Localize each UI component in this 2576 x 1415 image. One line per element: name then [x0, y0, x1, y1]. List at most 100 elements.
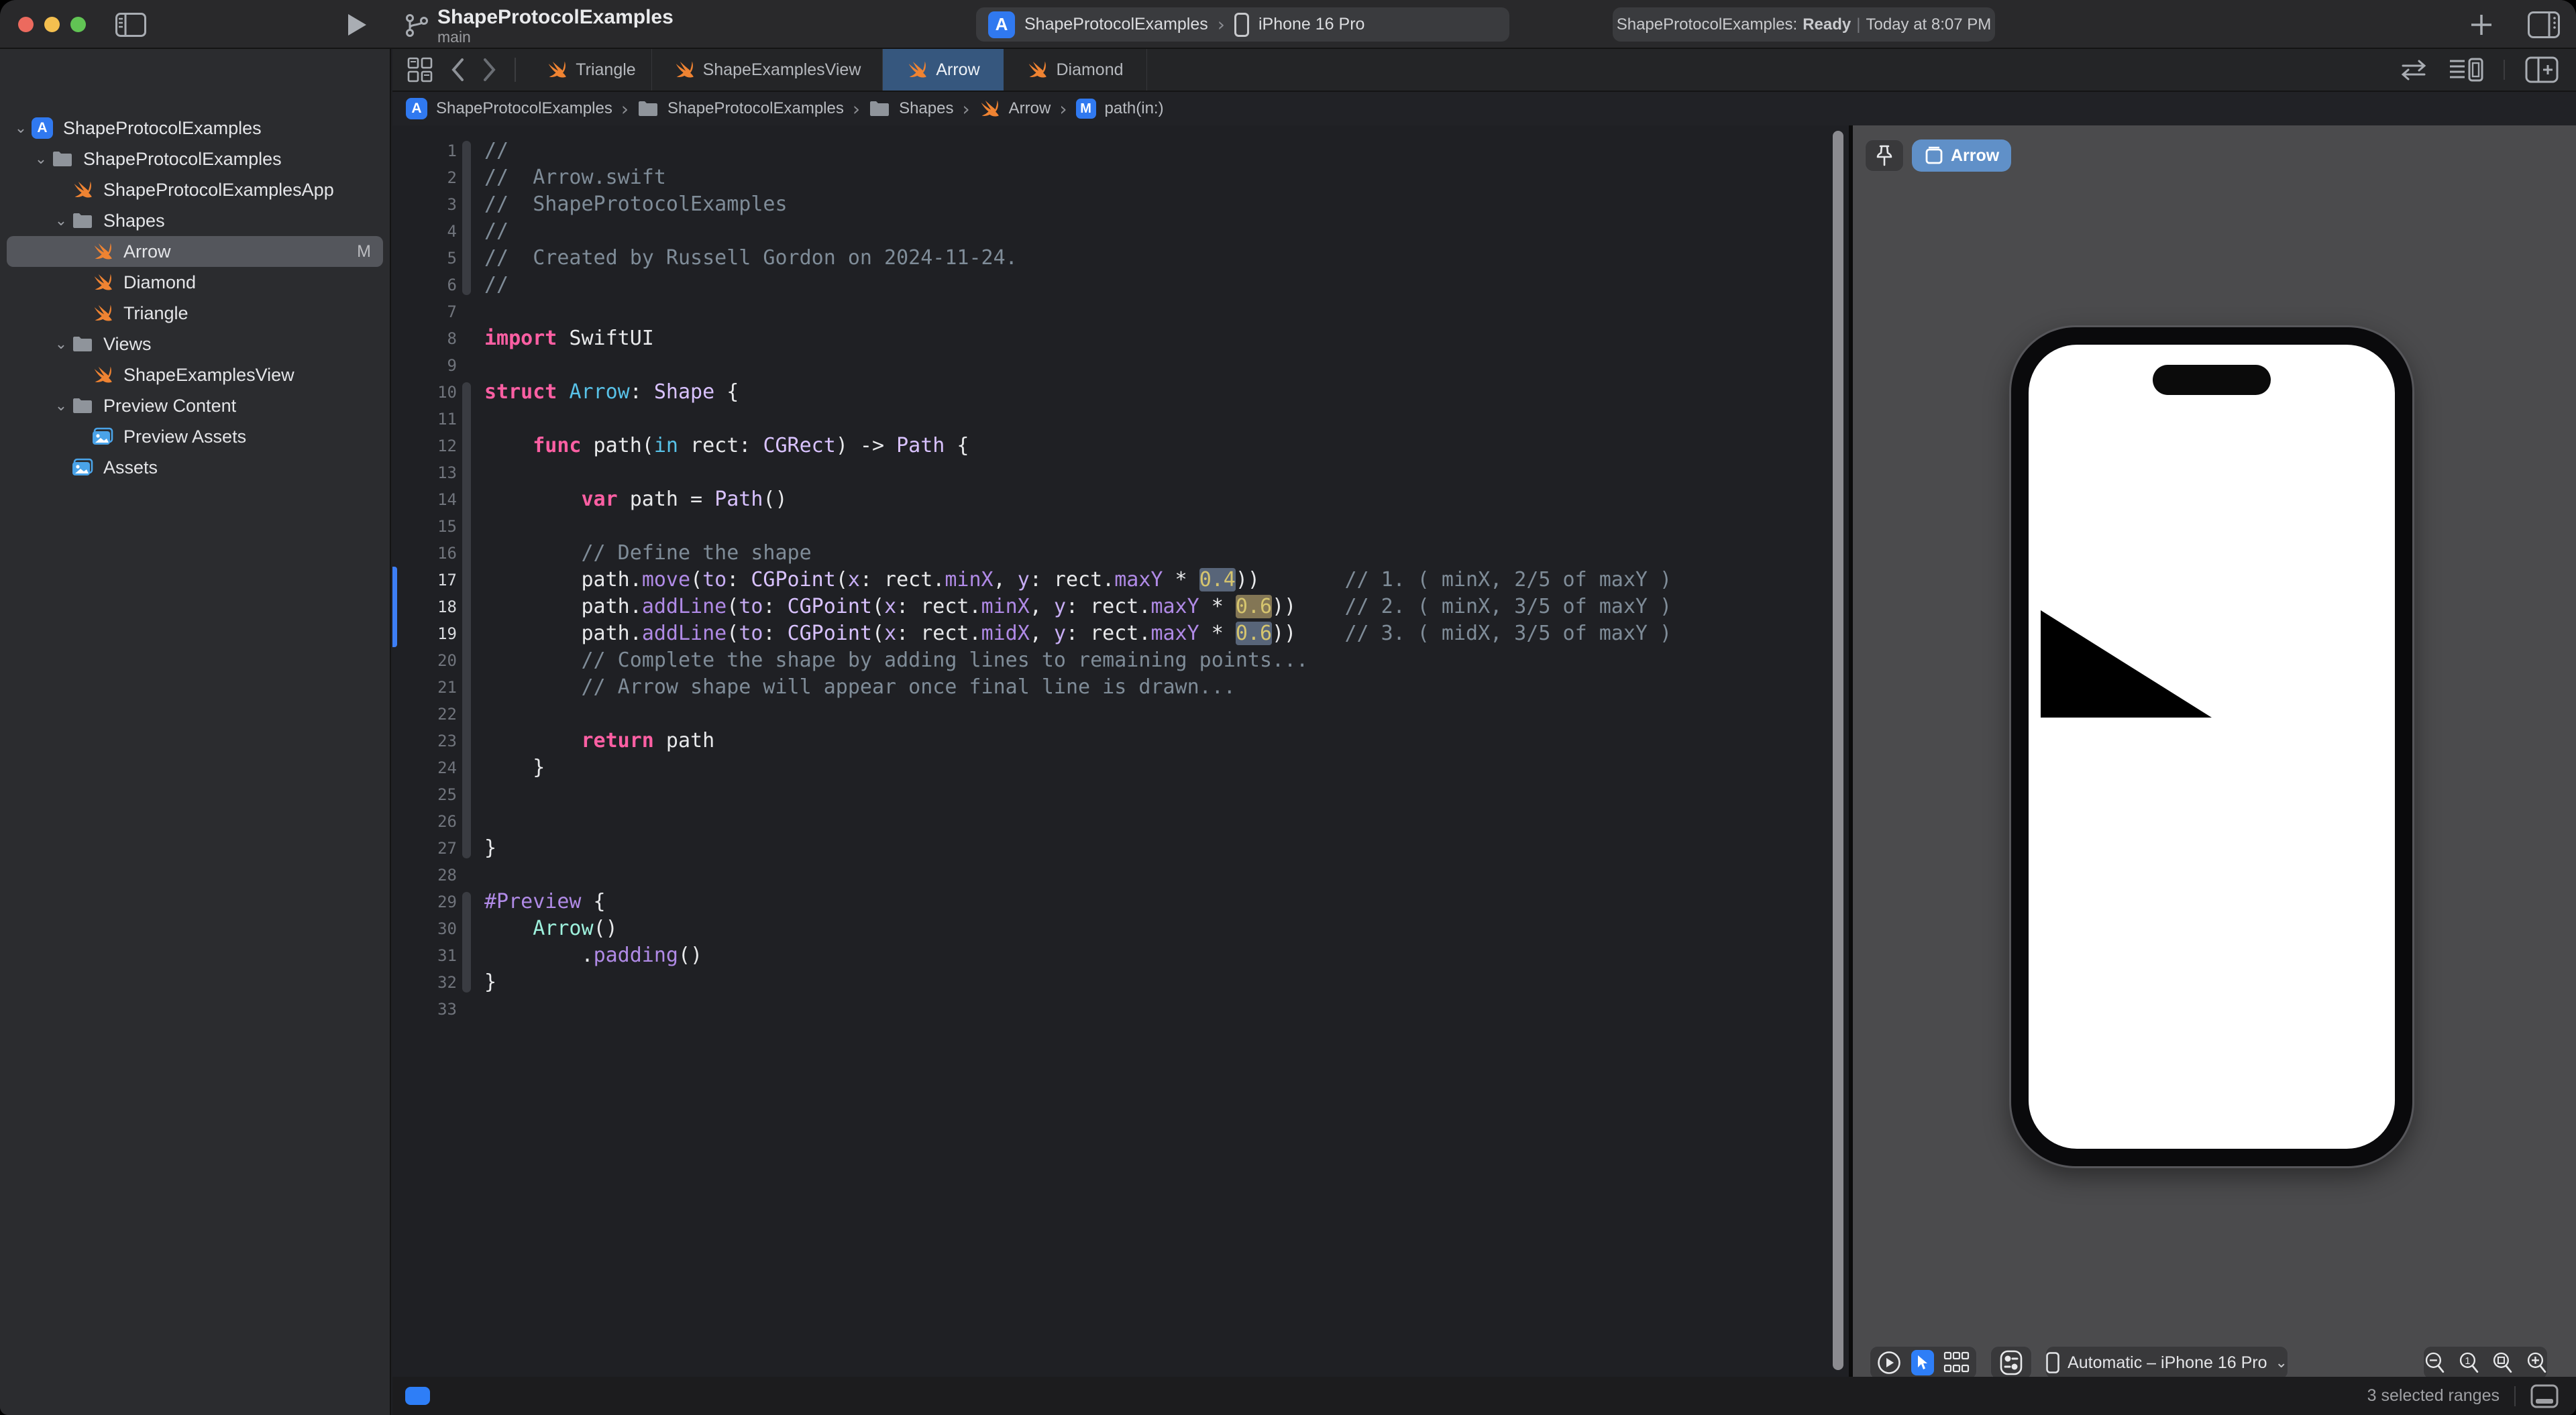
- code-line[interactable]: // Define the shape: [484, 540, 1672, 567]
- tree-row-ShapeExamplesView[interactable]: ShapeExamplesView: [0, 359, 391, 390]
- zoom-window-button[interactable]: [70, 17, 86, 32]
- tree-row-Views[interactable]: ⌄ Views: [0, 329, 391, 359]
- line-number[interactable]: 9: [392, 352, 457, 379]
- tab-Triangle[interactable]: Triangle: [531, 49, 652, 91]
- line-number-gutter[interactable]: 1 2 3 4 5 6 7 8 9 10 11 12 13 14 15 16 17 18 19 20 21 22 23 24 2…: [392, 137, 457, 1023]
- code-line[interactable]: path.move(to: CGPoint(x: rect.minX, y: r…: [484, 567, 1672, 593]
- disclosure-chevron-icon[interactable]: ⌄: [51, 397, 71, 414]
- go-back-icon[interactable]: [450, 58, 465, 82]
- add-editor-icon[interactable]: [2525, 56, 2559, 83]
- fold-ribbon-segment[interactable]: [462, 141, 471, 295]
- breadcrumb-item[interactable]: ShapeProtocolExamples: [436, 99, 612, 118]
- zoom-100-icon[interactable]: 1: [2458, 1350, 2480, 1375]
- tree-row-Arrow[interactable]: Arrow M: [0, 236, 391, 267]
- line-number[interactable]: 8: [392, 325, 457, 352]
- code-line[interactable]: [484, 808, 1672, 835]
- breadcrumb-item[interactable]: Arrow: [1009, 99, 1051, 118]
- line-number[interactable]: 15: [392, 513, 457, 540]
- tree-row-Preview Assets[interactable]: Preview Assets: [0, 421, 391, 452]
- tree-row-Shapes[interactable]: ⌄ Shapes: [0, 205, 391, 236]
- line-number[interactable]: 1: [392, 137, 457, 164]
- line-number[interactable]: 2: [392, 164, 457, 191]
- code-line[interactable]: var path = Path(): [484, 486, 1672, 513]
- code-line[interactable]: }: [484, 754, 1672, 781]
- code-line[interactable]: .padding(): [484, 942, 1672, 969]
- tree-row-ShapeProtocolExamplesApp[interactable]: ShapeProtocolExamplesApp: [0, 174, 391, 205]
- zoom-in-icon[interactable]: [2526, 1350, 2548, 1375]
- related-items-icon[interactable]: [407, 57, 433, 82]
- disclosure-chevron-icon[interactable]: ⌄: [51, 335, 71, 353]
- code-line[interactable]: return path: [484, 728, 1672, 754]
- code-line[interactable]: func path(in rect: CGRect) -> Path {: [484, 433, 1672, 459]
- code-line[interactable]: // Arrow.swift: [484, 164, 1672, 191]
- breadcrumb-item[interactable]: Shapes: [899, 99, 953, 118]
- fold-ribbon-segment[interactable]: [462, 892, 471, 993]
- line-number[interactable]: 11: [392, 406, 457, 433]
- toggle-debug-area-icon[interactable]: [2530, 1384, 2559, 1408]
- preview-device-dropdown[interactable]: Automatic – iPhone 16 Pro ⌄: [2045, 1346, 2288, 1379]
- line-number[interactable]: 19: [392, 620, 457, 647]
- zoom-fit-icon[interactable]: [2491, 1350, 2514, 1375]
- code-line[interactable]: path.addLine(to: CGPoint(x: rect.midX, y…: [484, 620, 1672, 647]
- line-number[interactable]: 14: [392, 486, 457, 513]
- line-number[interactable]: 32: [392, 969, 457, 996]
- code-line[interactable]: #Preview {: [484, 889, 1672, 915]
- line-number[interactable]: 33: [392, 996, 457, 1023]
- line-number[interactable]: 24: [392, 754, 457, 781]
- tree-row-Diamond[interactable]: Diamond: [0, 267, 391, 298]
- run-button[interactable]: [346, 13, 368, 37]
- line-number[interactable]: 10: [392, 379, 457, 406]
- disclosure-chevron-icon[interactable]: ⌄: [31, 150, 51, 168]
- line-number[interactable]: 13: [392, 459, 457, 486]
- tab-Diamond[interactable]: Diamond: [1004, 49, 1147, 91]
- line-number[interactable]: 5: [392, 245, 457, 272]
- minimize-window-button[interactable]: [44, 17, 60, 32]
- breadcrumb-item[interactable]: ShapeProtocolExamples: [667, 99, 844, 118]
- code-line[interactable]: struct Arrow: Shape {: [484, 379, 1672, 406]
- code-line[interactable]: // ShapeProtocolExamples: [484, 191, 1672, 218]
- line-number[interactable]: 23: [392, 728, 457, 754]
- toggle-inspector-icon[interactable]: [2528, 11, 2560, 38]
- line-number[interactable]: 12: [392, 433, 457, 459]
- fold-ribbon-segment[interactable]: [462, 382, 471, 858]
- code-line[interactable]: [484, 701, 1672, 728]
- tree-row-Preview Content[interactable]: ⌄ Preview Content: [0, 390, 391, 421]
- line-number[interactable]: 28: [392, 862, 457, 889]
- code-line[interactable]: [484, 459, 1672, 486]
- line-number[interactable]: 26: [392, 808, 457, 835]
- line-number[interactable]: 22: [392, 701, 457, 728]
- tab-ShapeExamplesView[interactable]: ShapeExamplesView: [652, 49, 883, 91]
- line-number[interactable]: 31: [392, 942, 457, 969]
- scheme-selector[interactable]: A ShapeProtocolExamples › iPhone 16 Pro: [976, 7, 1509, 42]
- go-forward-icon[interactable]: [482, 58, 497, 82]
- code-line[interactable]: import SwiftUI: [484, 325, 1672, 352]
- close-window-button[interactable]: [18, 17, 34, 32]
- iphone-screen[interactable]: [2029, 345, 2395, 1149]
- code-line[interactable]: // Complete the shape by adding lines to…: [484, 647, 1672, 674]
- line-number[interactable]: 20: [392, 647, 457, 674]
- pin-preview-button[interactable]: [1865, 139, 1904, 172]
- code-line[interactable]: [484, 781, 1672, 808]
- live-preview-icon[interactable]: [1876, 1350, 1902, 1375]
- variants-mode-icon[interactable]: [1943, 1350, 1970, 1375]
- editor-scrollbar[interactable]: [1833, 131, 1843, 1370]
- line-number[interactable]: 18: [392, 593, 457, 620]
- code-line[interactable]: // Created by Russell Gordon on 2024-11-…: [484, 245, 1672, 272]
- code-line[interactable]: [484, 406, 1672, 433]
- selectable-mode-button[interactable]: [1911, 1350, 1934, 1375]
- line-number[interactable]: 3: [392, 191, 457, 218]
- device-settings-button[interactable]: [1990, 1346, 2032, 1379]
- line-number[interactable]: 17: [392, 567, 457, 593]
- tab-Arrow[interactable]: Arrow: [883, 49, 1004, 91]
- code-line[interactable]: //: [484, 137, 1672, 164]
- line-number[interactable]: 7: [392, 298, 457, 325]
- tree-row-Triangle[interactable]: Triangle: [0, 298, 391, 329]
- code-line[interactable]: // Arrow shape will appear once final li…: [484, 674, 1672, 701]
- line-number[interactable]: 4: [392, 218, 457, 245]
- swap-editors-icon[interactable]: [2399, 58, 2428, 81]
- code-line[interactable]: //: [484, 272, 1672, 298]
- code-line[interactable]: [484, 996, 1672, 1023]
- line-number[interactable]: 30: [392, 915, 457, 942]
- tree-row-ShapeProtocolExamples[interactable]: ⌄ ShapeProtocolExamples: [0, 144, 391, 174]
- disclosure-chevron-icon[interactable]: ⌄: [11, 119, 31, 137]
